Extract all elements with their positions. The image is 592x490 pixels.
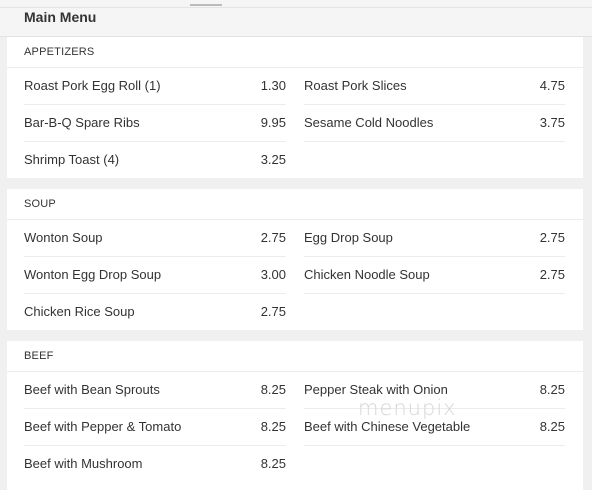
item-name: Chicken Noodle Soup	[304, 267, 430, 282]
item-price: 8.25	[539, 382, 565, 397]
item-name: Bar-B-Q Spare Ribs	[24, 115, 140, 130]
menu-item[interactable]: Beef with Mushroom 8.25	[24, 446, 286, 482]
tab-indicator	[190, 4, 222, 6]
item-price: 2.75	[260, 304, 286, 319]
section-soup: SOUP Wonton Soup 2.75 Egg Drop Soup 2.75…	[7, 189, 583, 330]
item-price: 4.75	[539, 78, 565, 93]
item-name: Shrimp Toast (4)	[24, 152, 120, 167]
menu-item[interactable]: Egg Drop Soup 2.75	[304, 220, 565, 257]
item-name: Wonton Egg Drop Soup	[24, 267, 162, 282]
item-price: 3.00	[260, 267, 286, 282]
item-name: Sesame Cold Noodles	[304, 115, 434, 130]
item-price: 2.75	[539, 230, 565, 245]
item-price: 8.25	[260, 382, 286, 397]
item-name: Pepper Steak with Onion	[304, 382, 448, 397]
item-name: Roast Pork Egg Roll (1)	[24, 78, 161, 93]
item-price: 3.75	[539, 115, 565, 130]
item-name: Roast Pork Slices	[304, 78, 407, 93]
item-price: 8.25	[260, 456, 286, 471]
menu-item[interactable]: Chicken Noodle Soup 2.75	[304, 257, 565, 294]
section-beef: BEEF Beef with Bean Sprouts 8.25 Pepper …	[7, 341, 583, 490]
menu-item[interactable]: Chicken Rice Soup 2.75	[24, 294, 286, 330]
item-name: Beef with Bean Sprouts	[24, 382, 160, 397]
menu-item[interactable]: Bar-B-Q Spare Ribs 9.95	[24, 105, 286, 142]
item-name: Egg Drop Soup	[304, 230, 393, 245]
menu-item[interactable]: Beef with Chinese Vegetable 8.25	[304, 409, 565, 446]
section-appetizers: APPETIZERS Roast Pork Egg Roll (1) 1.30 …	[7, 37, 583, 178]
menu-item[interactable]: Beef with Bean Sprouts 8.25	[24, 372, 286, 409]
menu-title: Main Menu	[24, 9, 97, 25]
item-price: 1.30	[260, 78, 286, 93]
menu-item[interactable]: Wonton Egg Drop Soup 3.00	[24, 257, 286, 294]
section-header: SOUP	[7, 189, 583, 220]
menu-item[interactable]: Shrimp Toast (4) 3.25	[24, 142, 286, 178]
top-bar: Main Menu	[0, 0, 592, 37]
item-name: Beef with Mushroom	[24, 456, 143, 471]
menu-item[interactable]: Sesame Cold Noodles 3.75	[304, 105, 565, 142]
menu-item[interactable]: Wonton Soup 2.75	[24, 220, 286, 257]
menu-item[interactable]: Roast Pork Slices 4.75	[304, 68, 565, 105]
section-header: APPETIZERS	[7, 37, 583, 68]
item-price: 2.75	[539, 267, 565, 282]
item-name: Beef with Pepper & Tomato	[24, 419, 182, 434]
section-header: BEEF	[7, 341, 583, 372]
item-name: Beef with Chinese Vegetable	[304, 419, 471, 434]
item-price: 8.25	[539, 419, 565, 434]
menu-item[interactable]: Beef with Pepper & Tomato 8.25	[24, 409, 286, 446]
menu-item[interactable]: Roast Pork Egg Roll (1) 1.30	[24, 68, 286, 105]
item-price: 2.75	[260, 230, 286, 245]
menu-item[interactable]: Pepper Steak with Onion 8.25	[304, 372, 565, 409]
item-price: 9.95	[260, 115, 286, 130]
item-price: 3.25	[260, 152, 286, 167]
top-divider	[0, 7, 592, 8]
item-name: Wonton Soup	[24, 230, 103, 245]
item-price: 8.25	[260, 419, 286, 434]
item-name: Chicken Rice Soup	[24, 304, 135, 319]
